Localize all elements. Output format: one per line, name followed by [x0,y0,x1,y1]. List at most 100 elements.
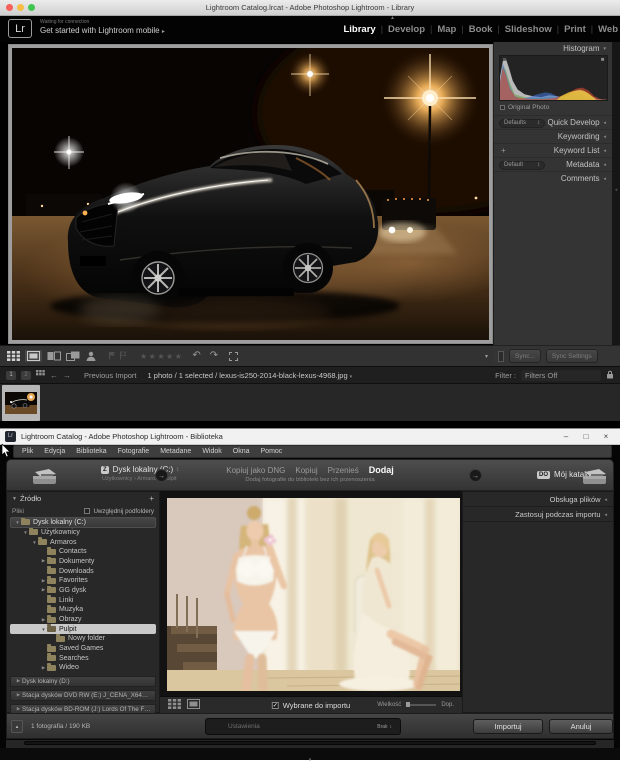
include-subfolders[interactable]: Uwzględnij podfoldery [84,508,154,515]
tree-item-pulpit[interactable]: ▼Pulpit [10,624,156,634]
section-obs-uga-plik-w[interactable]: Obsługa plików◄ [463,492,613,507]
menu-fotografie[interactable]: Fotografie [118,448,150,455]
preset-pill[interactable]: Defaults↕ [499,119,545,128]
tree-item-downloads[interactable]: Downloads [10,566,156,576]
close-button[interactable] [6,4,13,11]
menu-edycja[interactable]: Edycja [44,448,65,455]
grid-view-button[interactable] [7,351,20,361]
module-develop[interactable]: Develop [376,24,425,35]
checkbox[interactable] [500,105,505,110]
lock-icon[interactable] [606,370,614,381]
rotate-left-button[interactable]: ↶ [192,351,200,361]
menu-plik[interactable]: Plik [22,448,33,455]
import-button[interactable]: Importuj [473,719,543,734]
source-panel-header[interactable]: ▼ Źródło + [7,492,159,505]
minimize-button[interactable] [17,4,24,11]
tree-item-u-ytkownicy[interactable]: ▼Użytkownicy [10,528,156,538]
menu-biblioteka[interactable]: Biblioteka [76,448,106,455]
rotate-right-button[interactable]: ↷ [210,351,218,361]
module-print[interactable]: Print [552,24,586,35]
module-slideshow[interactable]: Slideshow [492,24,551,35]
tree-item-muzyka[interactable]: Muzyka [10,605,156,615]
thumb-size-slider[interactable] [406,704,436,706]
sync-button[interactable]: Sync... [509,349,541,363]
disclosure-icon[interactable]: ▶ [40,578,47,584]
method-kopiuj-jako-dng[interactable]: Kopiuj jako DNG [226,466,285,475]
panel-metadata[interactable]: Default↕Metadata◄ [494,157,612,171]
toolbar-options-icon[interactable]: ▾ [485,353,488,360]
menu-metadane[interactable]: Metadane [160,448,191,455]
tree-item-wideo[interactable]: ▶Wideo [10,663,156,673]
disclosure-icon[interactable]: ▶ [40,558,47,564]
disclosure-icon[interactable]: ▶ [15,706,22,712]
panel-keywording[interactable]: Keywording◄ [494,129,612,143]
histogram[interactable] [499,55,608,101]
module-book[interactable]: Book [456,24,492,35]
compare-view-button[interactable] [47,351,61,361]
tree-item-dokumenty[interactable]: ▶Dokumenty [10,557,156,567]
menu-pomoc[interactable]: Pomoc [261,448,283,455]
preset-pill[interactable]: Default↕ [499,161,545,170]
method-kopiuj[interactable]: Kopiuj [295,466,317,475]
tree-item-armaros[interactable]: ▼Armaros [10,537,156,547]
tree-item-saved-games[interactable]: Saved Games [10,644,156,654]
menu-okna[interactable]: Okna [233,448,250,455]
tree-item-gg-dysk[interactable]: ▶GG dysk [10,586,156,596]
disclosure-icon[interactable]: ▼ [22,530,29,535]
disclosure-icon[interactable]: ▶ [40,617,47,623]
loupe-view-button[interactable] [25,350,42,362]
checkbox[interactable] [84,508,90,514]
close-button[interactable]: × [596,432,616,441]
grid-overlay-icon[interactable] [229,352,238,361]
grid-view-button[interactable] [168,696,181,714]
star-rating[interactable]: ★★★★★ [140,352,183,361]
disclosure-icon[interactable]: ▶ [40,665,47,671]
main-window-button[interactable]: 1 [6,371,16,380]
survey-view-button[interactable] [66,351,80,361]
flag-reject-icon[interactable] [119,347,127,365]
import-preset-bar[interactable]: Ustawienia Brak ↕ [205,718,401,735]
disclosure-icon[interactable]: ▶ [15,692,22,698]
method-przenie[interactable]: Przenieś [328,466,359,475]
filmstrip-source[interactable]: Previous Import [84,371,137,380]
filmstrip-thumbnail[interactable] [2,385,40,421]
photo-import-preview[interactable] [167,498,460,691]
tree-item-searches[interactable]: Searches [10,653,156,663]
preset-dropdown[interactable]: Brak ↕ [377,723,392,730]
module-library[interactable]: Library [343,24,375,35]
tree-item-contacts[interactable]: Contacts [10,547,156,557]
fit-label[interactable]: Dop. [441,702,454,708]
filter-dropdown[interactable]: Filters Off [521,370,601,381]
add-source-button[interactable]: + [149,494,154,503]
disclosure-icon[interactable]: ▶ [15,678,22,684]
module-map[interactable]: Map [425,24,456,35]
sync-toggle[interactable] [498,351,504,362]
drive-stacja-dysk-w-dvd[interactable]: ▶Stacja dysków DVD RW (E:) J_CENA_X64FRE… [10,690,156,701]
selected-for-import[interactable]: ✓ Wybrane do importu [272,701,350,710]
tree-item-linki[interactable]: Linki [10,595,156,605]
zoom-button[interactable] [28,4,35,11]
tree-item-dysk-lokalny-c[interactable]: ▼Dysk lokalny (C:) [10,517,156,528]
filmstrip-status[interactable]: 1 photo / 1 selected / lexus-is250-2014-… [148,371,353,380]
disclosure-icon[interactable]: ▼ [40,627,47,632]
flag-pick-icon[interactable] [108,347,116,365]
menu-widok[interactable]: Widok [202,448,221,455]
original-photo-row[interactable]: Original Photo [494,101,612,113]
panel-keyword-list[interactable]: +Keyword List◄ [494,143,612,157]
sync-settings-button[interactable]: Sync Settings [546,349,598,363]
forward-icon[interactable]: → [63,371,71,380]
drive-dysk-lokalny-d[interactable]: ▶Dysk lokalny (D:) [10,676,156,687]
show-panel-button[interactable]: ▴ [11,720,23,733]
tree-item-favorites[interactable]: ▶Favorites [10,576,156,586]
disclosure-icon[interactable]: ▼ [31,540,38,545]
method-dodaj[interactable]: Dodaj [369,465,394,475]
disclosure-icon[interactable]: ▶ [40,587,47,593]
grid-view-icon[interactable] [36,370,45,380]
module-web[interactable]: Web [586,24,618,35]
back-icon[interactable]: ← [50,371,58,380]
disclosure-icon[interactable]: ▼ [14,520,21,525]
add-keyword-button[interactable]: + [501,146,506,155]
tree-item-obrazy[interactable]: ▶Obrazy [10,615,156,625]
expand-icon[interactable]: ▾ [309,757,312,763]
people-view-button[interactable] [85,351,97,361]
